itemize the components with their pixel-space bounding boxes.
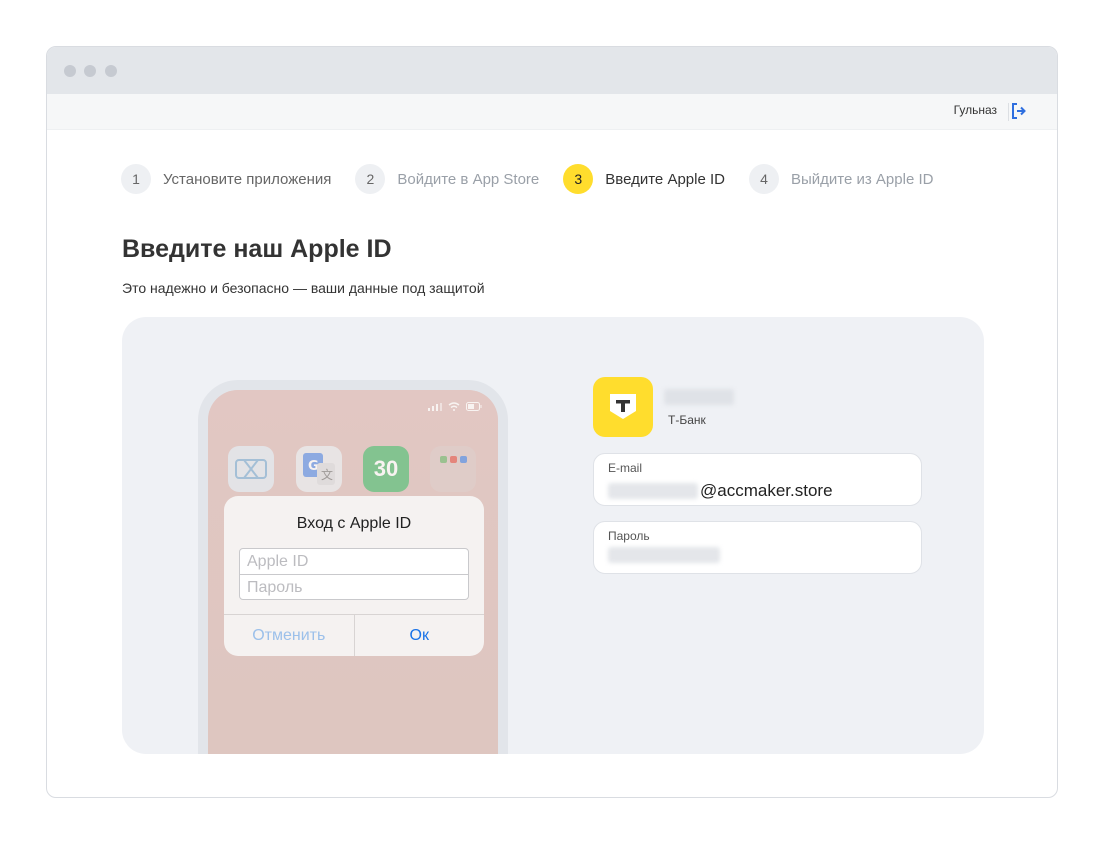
step-label: Войдите в App Store <box>397 170 540 188</box>
page-subtitle: Это надежно и безопасно — ваши данные по… <box>122 280 485 296</box>
step-label: Установите приложения <box>163 170 332 188</box>
dialog-fields: Apple ID Пароль <box>239 548 469 600</box>
dialog-title: Вход с Apple ID <box>296 515 412 532</box>
step-1[interactable]: 1 Установите приложения <box>121 164 331 194</box>
step-number: 3 <box>563 164 594 194</box>
password-value-hidden <box>608 547 720 563</box>
step-label: Введите Apple ID <box>605 170 725 188</box>
password-input[interactable]: Пароль <box>240 574 468 599</box>
step-number: 4 <box>748 164 779 194</box>
bank-logo <box>593 377 653 437</box>
step-number: 2 <box>355 164 386 194</box>
bank-name: Т-Банк <box>668 413 706 427</box>
phone-screen: G 文 30 Вход с Apple ID Apple ID Пароль О… <box>208 390 498 754</box>
window-titlebar <box>47 47 1057 94</box>
window-dot-icon <box>64 65 76 77</box>
dialog-buttons: Отменить Ок <box>224 614 484 656</box>
password-label: Пароль <box>608 529 650 543</box>
window-dot-icon <box>84 65 96 77</box>
password-field[interactable]: Пароль <box>593 521 922 574</box>
email-label: E-mail <box>608 461 643 475</box>
logout-icon[interactable] <box>1011 102 1027 120</box>
cancel-button[interactable]: Отменить <box>224 615 355 656</box>
account-name-hidden <box>664 389 734 405</box>
email-domain: @accmaker.store <box>700 481 833 500</box>
step-2[interactable]: 2 Войдите в App Store <box>355 164 539 194</box>
instruction-panel: G 文 30 Вход с Apple ID Apple ID Пароль О… <box>122 317 984 754</box>
step-label: Выйдите из Apple ID <box>790 170 934 188</box>
step-number: 1 <box>121 164 151 194</box>
apple-id-input[interactable]: Apple ID <box>240 549 468 574</box>
step-3-active[interactable]: 3 Введите Apple ID <box>563 164 725 194</box>
page-title: Введите наш Apple ID <box>122 235 392 263</box>
email-username-hidden <box>608 483 698 499</box>
step-4[interactable]: 4 Выйдите из Apple ID <box>748 164 934 194</box>
apple-id-dialog: Вход с Apple ID Apple ID Пароль Отменить… <box>224 496 484 656</box>
ok-button[interactable]: Ок <box>355 615 485 656</box>
header-divider <box>1008 103 1009 121</box>
phone-mockup: G 文 30 Вход с Apple ID Apple ID Пароль О… <box>198 380 508 754</box>
top-bar: Гульназ <box>47 94 1057 130</box>
user-name[interactable]: Гульназ <box>954 103 997 117</box>
email-field[interactable]: E-mail @accmaker.store <box>593 453 922 506</box>
stepper: 1 Установите приложения 2 Войдите в App … <box>121 164 957 194</box>
browser-window: Гульназ 1 Установите приложения 2 Войдит… <box>46 46 1058 798</box>
window-dot-icon <box>105 65 117 77</box>
main-content: 1 Установите приложения 2 Войдите в App … <box>47 130 1057 797</box>
